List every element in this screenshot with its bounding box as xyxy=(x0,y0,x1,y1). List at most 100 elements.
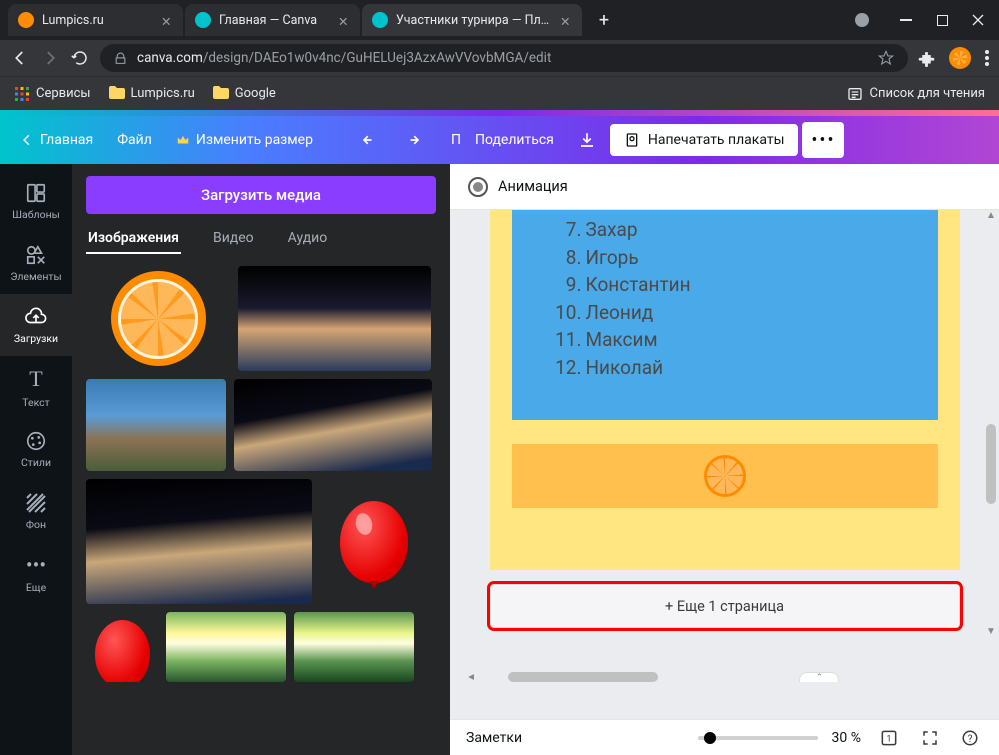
media-grid xyxy=(72,254,450,755)
profile-avatar-icon[interactable] xyxy=(949,47,971,69)
add-page-label: + Еще 1 страница xyxy=(665,598,784,615)
tab-canva-home[interactable]: Главная — Canva ✕ xyxy=(185,4,360,36)
scrollbar-thumb[interactable] xyxy=(986,424,996,504)
list-number: 10. xyxy=(548,299,582,327)
url-input[interactable]: canva.com/design/DAEo1w0v4nc/GuHELUej3Az… xyxy=(100,44,908,72)
nav-label: Фон xyxy=(26,518,46,531)
nav-uploads[interactable]: Загрузки xyxy=(0,294,72,356)
premium-cut-button[interactable]: П xyxy=(435,126,461,154)
back-icon[interactable] xyxy=(10,49,30,67)
add-page-button[interactable]: + Еще 1 страница xyxy=(490,584,960,628)
design-page[interactable]: 7.Захар 8.Игорь 9.Константин 10.Леонид 1… xyxy=(490,210,960,570)
horizontal-scrollbar[interactable]: ▲ ⌃ xyxy=(468,671,981,683)
zoom-slider[interactable] xyxy=(698,736,818,740)
media-thumb-balloon2[interactable] xyxy=(86,612,158,682)
list-item[interactable]: 8.Игорь xyxy=(548,244,902,272)
scroll-left-icon[interactable]: ▲ xyxy=(466,672,480,682)
nav-styles[interactable]: Стили xyxy=(0,418,72,480)
zoom-value[interactable]: 30 % xyxy=(832,730,861,746)
expand-chevron-icon[interactable]: ⌃ xyxy=(799,672,839,682)
url-text: canva.com/design/DAEo1w0v4nc/GuHELUej3Az… xyxy=(137,50,551,66)
close-icon[interactable]: ✕ xyxy=(338,14,350,26)
styles-icon xyxy=(25,430,47,452)
nav-text[interactable]: T Текст xyxy=(0,356,72,418)
poster-orange-strip[interactable] xyxy=(512,444,938,508)
scroll-up-icon[interactable]: ▲ xyxy=(986,210,996,224)
scrollbar-thumb[interactable] xyxy=(508,672,658,682)
fullscreen-icon[interactable] xyxy=(917,727,943,749)
bookmark-services[interactable]: Сервисы xyxy=(14,86,91,102)
list-item[interactable]: 10.Леонид xyxy=(548,299,902,327)
home-button[interactable]: Главная xyxy=(10,126,103,154)
star-icon[interactable] xyxy=(878,50,894,66)
menu-icon[interactable] xyxy=(985,50,989,66)
print-button[interactable]: Напечатать плакаты xyxy=(610,124,799,156)
media-thumb-space2[interactable] xyxy=(234,379,432,471)
list-item[interactable]: 11.Максим xyxy=(548,326,902,354)
list-item[interactable]: 7.Захар xyxy=(548,216,902,244)
new-tab-button[interactable]: + xyxy=(590,6,618,34)
help-icon[interactable]: ? xyxy=(957,727,983,749)
tab-title: Lumpics.ru xyxy=(42,13,153,28)
nav-background[interactable]: Фон xyxy=(0,480,72,542)
more-icon: ••• xyxy=(26,553,46,577)
poster-blue-box[interactable]: 7.Захар 8.Игорь 9.Константин 10.Леонид 1… xyxy=(512,210,938,420)
close-icon[interactable]: ✕ xyxy=(560,14,572,26)
context-toolbar: Анимация xyxy=(450,164,999,210)
maximize-icon[interactable] xyxy=(935,13,949,27)
media-thumb-balloon[interactable] xyxy=(320,479,428,604)
window-close-icon[interactable] xyxy=(971,13,985,27)
download-button[interactable] xyxy=(568,125,606,155)
nav-more[interactable]: ••• Еще xyxy=(0,542,72,604)
extensions-icon[interactable] xyxy=(918,50,935,67)
media-thumb-landscape[interactable] xyxy=(86,379,226,471)
reload-icon[interactable] xyxy=(70,49,90,67)
list-item[interactable]: 12.Николай xyxy=(548,354,902,382)
media-thumb-sunrise2[interactable] xyxy=(294,612,414,682)
page-indicator[interactable]: 1 xyxy=(875,726,903,750)
animation-button[interactable]: Анимация xyxy=(498,178,568,195)
bookmark-lumpics[interactable]: Lumpics.ru xyxy=(109,86,195,102)
tab-video[interactable]: Видео xyxy=(211,224,256,254)
download-icon xyxy=(578,131,596,149)
media-thumb-space3[interactable] xyxy=(86,479,312,604)
canva-favicon-icon xyxy=(372,12,388,28)
forward-icon[interactable] xyxy=(40,49,60,67)
file-button[interactable]: Файл xyxy=(107,126,162,154)
media-thumb-space1[interactable] xyxy=(238,266,431,371)
tab-label: Изображения xyxy=(88,230,179,246)
tab-label: Аудио xyxy=(288,230,328,246)
vertical-scrollbar[interactable]: ▲ ▼ xyxy=(985,210,997,640)
nav-templates[interactable]: Шаблоны xyxy=(0,170,72,232)
tab-canva-design[interactable]: Участники турнира — Плакат ✕ xyxy=(362,4,582,36)
notes-button[interactable]: Заметки xyxy=(466,730,522,746)
nav-label: Загрузки xyxy=(14,332,58,345)
bookmark-google[interactable]: Google xyxy=(213,86,276,102)
scroll-down-icon[interactable]: ▼ xyxy=(986,626,996,640)
slider-handle[interactable] xyxy=(704,732,716,744)
upload-media-button[interactable]: Загрузить медиа xyxy=(86,176,436,214)
close-icon[interactable]: ✕ xyxy=(161,14,173,26)
share-button[interactable]: Поделиться xyxy=(465,126,564,154)
undo-button[interactable] xyxy=(351,125,389,155)
canvas-viewport[interactable]: 7.Захар 8.Игорь 9.Константин 10.Леонид 1… xyxy=(450,210,999,719)
media-thumb-sunrise1[interactable] xyxy=(166,612,286,682)
more-button[interactable]: ••• xyxy=(802,122,844,158)
nav-elements[interactable]: Элементы xyxy=(0,232,72,294)
upload-label: Загрузить медиа xyxy=(201,186,321,204)
reading-list-button[interactable]: Список для чтения xyxy=(847,86,985,102)
media-thumb-orange[interactable] xyxy=(86,266,230,371)
tab-images[interactable]: Изображения xyxy=(86,224,181,254)
media-panel: Загрузить медиа Изображения Видео Аудио xyxy=(72,164,450,755)
media-tabs: Изображения Видео Аудио xyxy=(72,224,450,254)
tab-audio[interactable]: Аудио xyxy=(286,224,330,254)
redo-button[interactable] xyxy=(393,125,431,155)
nav-label: Стили xyxy=(21,456,51,469)
minimize-icon[interactable] xyxy=(899,13,913,27)
resize-button[interactable]: Изменить размер xyxy=(166,126,323,154)
list-name: Игорь xyxy=(586,244,639,272)
tab-lumpics[interactable]: Lumpics.ru ✕ xyxy=(8,4,183,36)
account-icon[interactable] xyxy=(855,13,869,27)
list-name: Захар xyxy=(586,216,638,244)
list-item[interactable]: 9.Константин xyxy=(548,271,902,299)
